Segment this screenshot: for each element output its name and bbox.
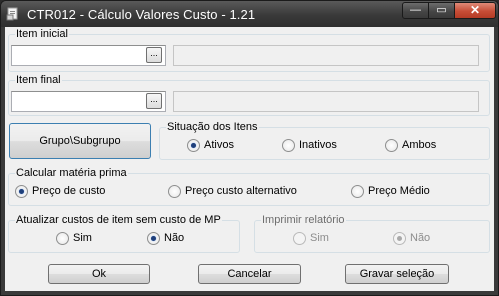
dialog-content: Item inicial ... Item final ... Grupo\Su… <box>5 27 494 291</box>
calcular-group: Calcular matéria prima Preço de custo Pr… <box>8 167 490 206</box>
grupo-subgrupo-button[interactable]: Grupo\Subgrupo <box>9 123 151 159</box>
cancel-button[interactable]: Cancelar <box>198 264 301 284</box>
minimize-button[interactable]: — <box>402 2 429 19</box>
imprimir-group: Imprimir relatório Sim Não <box>254 214 490 253</box>
item-inicial-description <box>173 45 479 66</box>
minimize-icon: — <box>410 4 421 16</box>
item-inicial-group: Item inicial ... <box>8 28 490 72</box>
radio-button-icon <box>147 232 160 245</box>
radio-button-icon <box>385 139 398 152</box>
calcular-label: Calcular matéria prima <box>15 167 128 179</box>
item-inicial-input[interactable] <box>11 45 166 66</box>
close-icon: ✕ <box>469 3 481 17</box>
maximize-icon: ▭ <box>436 4 447 16</box>
window-title: CTR012 - Cálculo Valores Custo - 1.21 <box>27 7 256 22</box>
situacao-label: Situação dos Itens <box>166 121 259 133</box>
item-final-description <box>173 91 479 112</box>
item-final-group: Item final ... <box>8 74 490 116</box>
situacao-group: Situação dos Itens Ativos Inativos Ambos <box>159 121 490 160</box>
item-final-label: Item final <box>15 74 62 86</box>
title-bar[interactable]: CTR012 - Cálculo Valores Custo - 1.21 — … <box>1 1 498 27</box>
radio-button-icon <box>168 185 181 198</box>
radio-button-icon <box>282 139 295 152</box>
item-inicial-label: Item inicial <box>15 28 69 40</box>
radio-button-icon <box>56 232 69 245</box>
close-button[interactable]: ✕ <box>454 2 496 19</box>
imprimir-label: Imprimir relatório <box>261 214 346 226</box>
ok-button[interactable]: Ok <box>48 264 150 284</box>
item-inicial-browse-button[interactable]: ... <box>146 47 162 63</box>
atualizar-group: Atualizar custos de item sem custo de MP… <box>8 214 240 253</box>
application-icon <box>6 7 18 21</box>
atualizar-label: Atualizar custos de item sem custo de MP <box>15 214 222 226</box>
maximize-button[interactable]: ▭ <box>428 2 455 19</box>
radio-button-icon <box>393 232 406 245</box>
radio-button-icon <box>293 232 306 245</box>
radio-button-icon <box>351 185 364 198</box>
radio-button-icon <box>15 185 28 198</box>
item-final-input[interactable] <box>11 91 166 112</box>
dialog-window: CTR012 - Cálculo Valores Custo - 1.21 — … <box>0 0 499 296</box>
item-final-browse-button[interactable]: ... <box>146 93 162 109</box>
save-selection-button[interactable]: Gravar seleção <box>345 264 449 284</box>
radio-button-icon <box>187 139 200 152</box>
